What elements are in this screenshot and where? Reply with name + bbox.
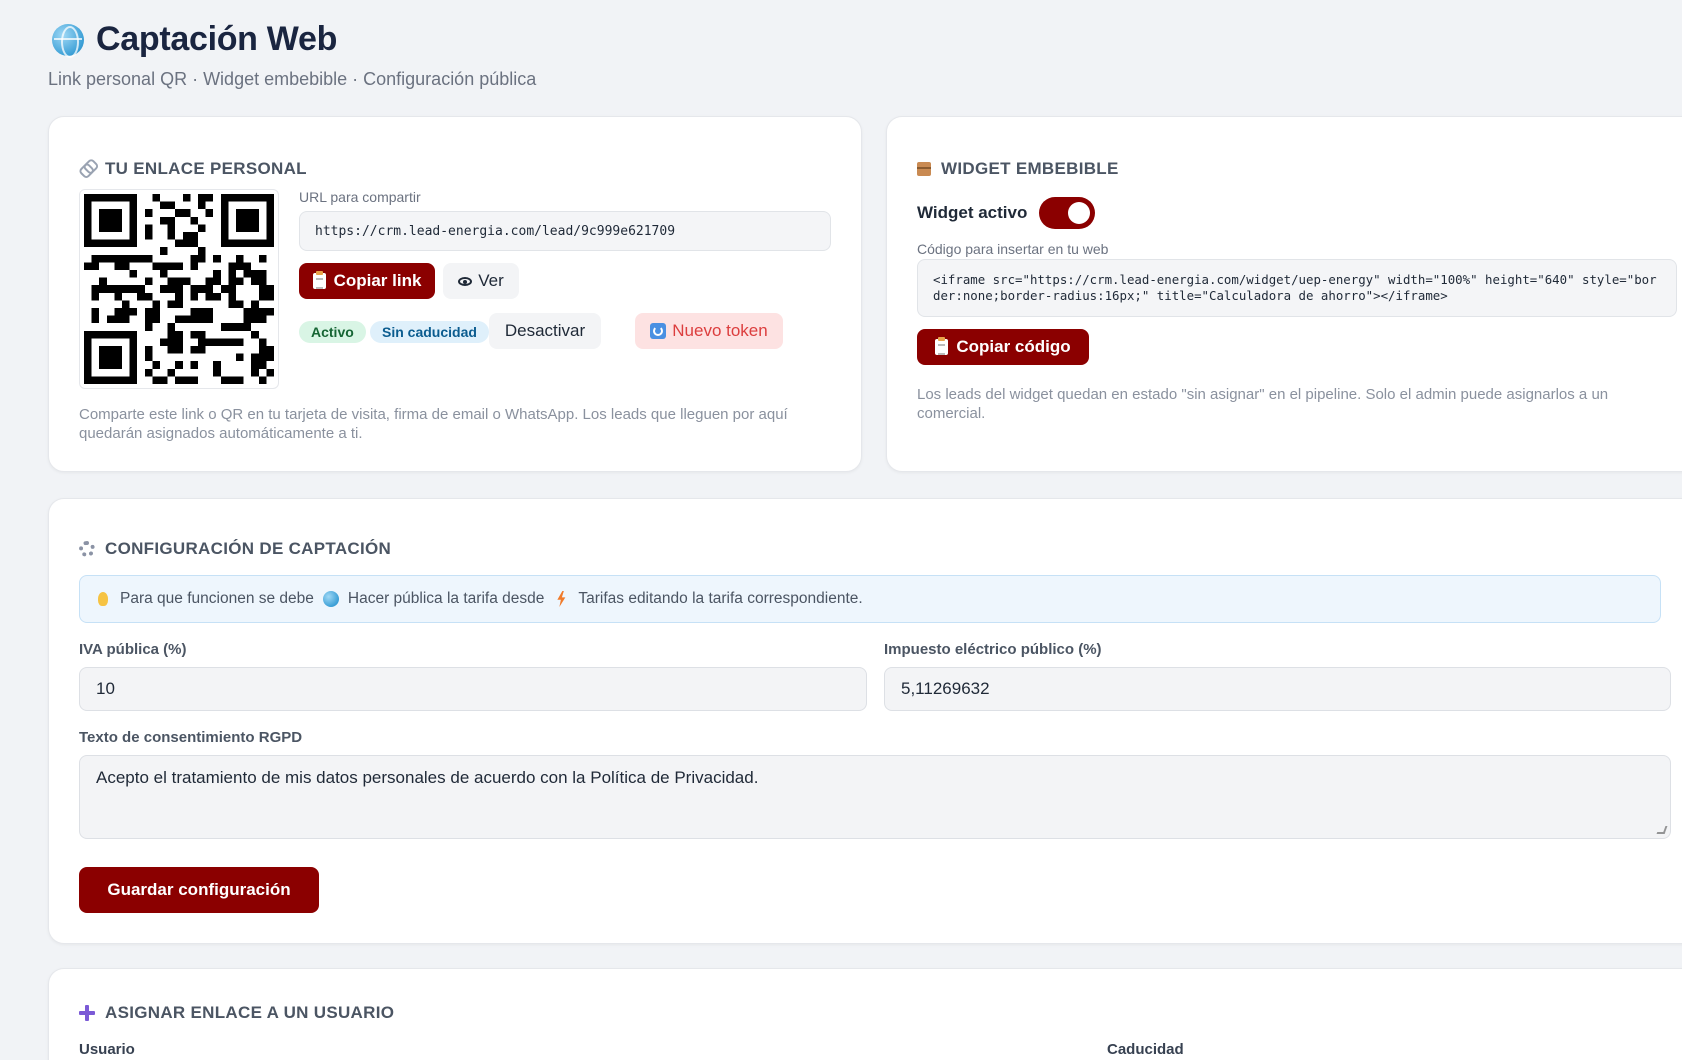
electricity-tax-input[interactable]: 5,11269632 <box>884 667 1671 711</box>
widget-active-toggle[interactable] <box>1039 197 1096 229</box>
status-badge-active: Activo <box>299 321 366 343</box>
copy-link-label: Copiar link <box>333 271 422 290</box>
eye-icon <box>458 276 473 286</box>
page-header: Captación Web Link personal QR · Widget … <box>48 20 536 90</box>
copy-code-label: Copiar código <box>956 337 1071 356</box>
widget-card: WIDGET EMBEBIBLE Widget activo Código pa… <box>886 116 1682 472</box>
link-icon <box>78 160 96 178</box>
personal-link-card: TU ENLACE PERSONAL URL para compartir ht… <box>48 116 862 472</box>
resize-handle[interactable] <box>1656 826 1668 834</box>
config-info-banner: Para que funcionen se debe Hacer pública… <box>79 575 1661 623</box>
info-text-1: Para que funcionen se debe <box>120 590 314 607</box>
iva-label: IVA pública (%) <box>79 641 187 658</box>
config-heading: CONFIGURACIÓN DE CAPTACIÓN <box>79 539 391 559</box>
embed-code-field[interactable]: <iframe src="https://crm.lead-energia.co… <box>917 259 1677 317</box>
new-token-button[interactable]: Nuevo token <box>635 313 783 349</box>
package-icon <box>917 162 931 176</box>
copy-code-button[interactable]: Copiar código <box>917 329 1089 365</box>
gear-icon <box>79 541 95 557</box>
capture-config-card: CONFIGURACIÓN DE CAPTACIÓN Para que func… <box>48 498 1682 944</box>
widget-toggle-label: Widget activo <box>917 203 1028 222</box>
globe-icon <box>52 23 84 58</box>
widget-note: Los leads del widget quedan en estado "s… <box>917 386 1609 422</box>
page-subtitle: Link personal QR · Widget embebible · Co… <box>48 69 537 89</box>
embed-code-label: Código para insertar en tu web <box>917 241 1109 257</box>
plus-icon <box>79 1005 95 1021</box>
config-title: CONFIGURACIÓN DE CAPTACIÓN <box>105 539 392 558</box>
deactivate-button[interactable]: Desactivar <box>489 313 601 349</box>
refresh-icon <box>650 323 667 339</box>
globe-icon <box>322 591 339 607</box>
view-label: Ver <box>478 271 504 290</box>
assign-link-card: ASIGNAR ENLACE A UN USUARIO Usuario Cadu… <box>48 968 1682 1060</box>
rgpd-label: Texto de consentimiento RGPD <box>79 729 303 746</box>
widget-toggle-row: Widget activo <box>917 197 1096 229</box>
save-config-button[interactable]: Guardar configuración <box>79 867 319 913</box>
view-button[interactable]: Ver <box>443 263 519 299</box>
share-url-field[interactable]: https://crm.lead-energia.com/lead/9c999e… <box>299 211 831 251</box>
new-token-label: Nuevo token <box>672 321 768 340</box>
info-text-3: Tarifas editando la tarifa correspondien… <box>578 590 863 607</box>
personal-link-note: Comparte este link o QR en tu tarjeta de… <box>79 406 788 442</box>
qr-code <box>79 189 279 389</box>
widget-title: WIDGET EMBEBIBLE <box>941 159 1119 178</box>
expiry-label: Caducidad <box>1107 1041 1184 1058</box>
info-text-2: Hacer pública la tarifa desde <box>347 590 545 607</box>
page-title: Captación Web <box>96 20 338 58</box>
widget-heading: WIDGET EMBEBIBLE <box>917 159 1119 179</box>
personal-link-heading: TU ENLACE PERSONAL <box>79 159 307 179</box>
qr-modules <box>84 194 274 384</box>
clipboard-icon <box>935 337 949 355</box>
qr-code-image <box>84 194 274 384</box>
assign-title: ASIGNAR ENLACE A UN USUARIO <box>105 1003 395 1022</box>
user-label: Usuario <box>79 1041 135 1058</box>
copy-link-button[interactable]: Copiar link <box>299 263 435 299</box>
personal-link-title: TU ENLACE PERSONAL <box>105 159 307 178</box>
iva-input[interactable]: 10 <box>79 667 867 711</box>
electricity-tax-label: Impuesto eléctrico público (%) <box>884 641 1102 658</box>
assign-heading: ASIGNAR ENLACE A UN USUARIO <box>79 1003 394 1023</box>
clipboard-icon <box>312 271 326 289</box>
url-label: URL para compartir <box>299 189 421 205</box>
lightning-icon <box>557 591 566 607</box>
status-badge-expiry: Sin caducidad <box>370 321 489 343</box>
lightbulb-icon <box>98 592 108 606</box>
rgpd-text: Acepto el tratamiento de mis datos perso… <box>96 768 759 787</box>
rgpd-textarea[interactable]: Acepto el tratamiento de mis datos perso… <box>79 755 1671 839</box>
